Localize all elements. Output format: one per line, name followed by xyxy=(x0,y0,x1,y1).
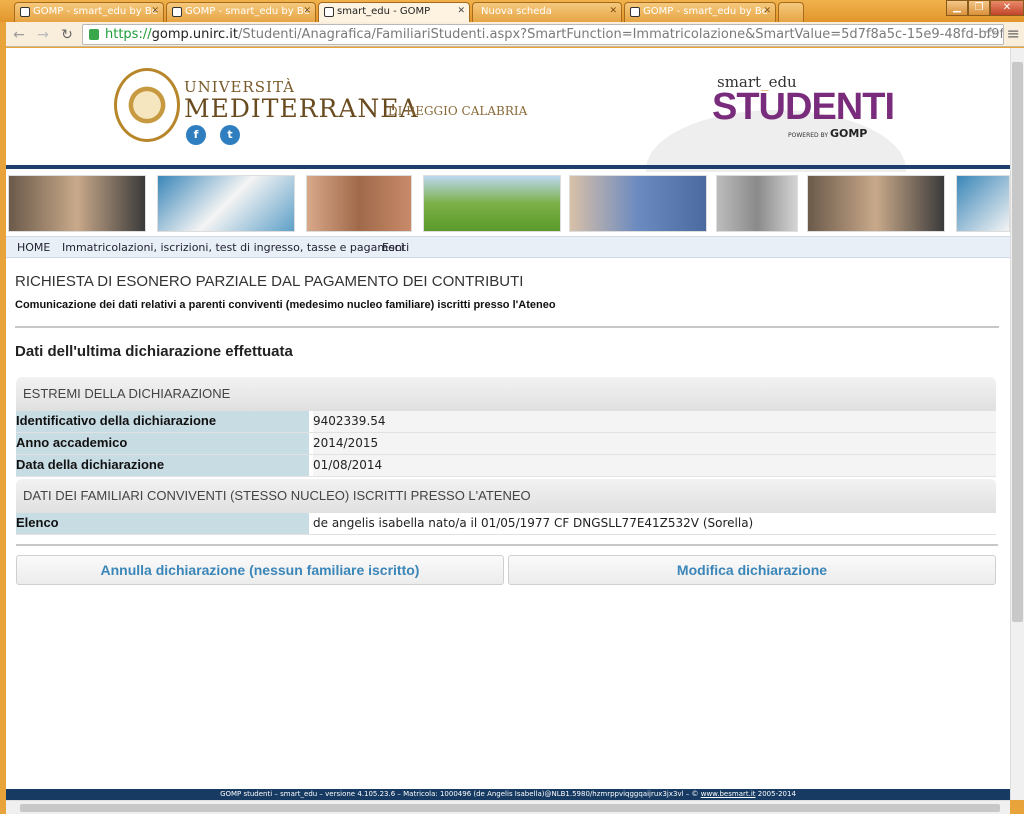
tab-nuova-scheda[interactable]: Nuova scheda ✕ xyxy=(472,2,622,22)
twitter-icon[interactable]: t xyxy=(220,125,240,145)
table-row: Anno accademico 2014/2015 xyxy=(16,433,996,455)
university-name-line3: DI REGGIO CALABRIA xyxy=(388,104,528,118)
page-title: RICHIESTA DI ESONERO PARZIALE DAL PAGAME… xyxy=(15,273,524,290)
footer-text: GOMP studenti – smart_edu – versione 4.1… xyxy=(220,790,701,798)
table-row: Identificativo della dichiarazione 94023… xyxy=(16,411,996,433)
page-footer: GOMP studenti – smart_edu – versione 4.1… xyxy=(6,789,1010,800)
tab-close-icon[interactable]: ✕ xyxy=(763,6,771,16)
row-value: de angelis isabella nato/a il 01/05/1977… xyxy=(313,513,996,534)
nav-immatricolazioni[interactable]: Immatricolazioni, iscrizioni, test di in… xyxy=(62,241,409,254)
banner-photo-group xyxy=(306,175,412,232)
table-row: Elenco de angelis isabella nato/a il 01/… xyxy=(16,513,996,535)
studenti-logo: STUDENTI xyxy=(712,86,895,128)
powered-by-gomp: POWERED BY GOMP xyxy=(788,127,867,140)
url-scheme: https:// xyxy=(105,27,152,42)
tab-close-icon[interactable]: ✕ xyxy=(457,6,465,16)
browser-toolbar: ← → ↻ https://gomp.unirc.it/Studenti/Ana… xyxy=(6,22,1024,47)
banner-photo-students-2 xyxy=(807,175,945,232)
horizontal-scrollbar[interactable] xyxy=(6,800,1010,814)
browser-window: GOMP - smart_edu by Be ✕ GOMP - smart_ed… xyxy=(0,0,1024,814)
url-host: gomp.unirc.it xyxy=(151,27,239,42)
tab-favicon-icon xyxy=(630,7,640,17)
menu-icon[interactable]: ≡ xyxy=(1007,24,1020,43)
reload-icon[interactable]: ↻ xyxy=(58,26,76,44)
maximize-icon[interactable]: ❐ xyxy=(968,0,990,16)
table-row: Data della dichiarazione 01/08/2014 xyxy=(16,455,996,477)
minimize-icon[interactable]: ▁ xyxy=(946,0,968,16)
scrollbar-thumb[interactable] xyxy=(20,804,1000,812)
close-window-icon[interactable]: ✕ xyxy=(990,0,1024,16)
page-viewport: UNIVERSITÀ MEDITERRANEA DI REGGIO CALABR… xyxy=(6,48,1010,790)
tab-gomp-2[interactable]: GOMP - smart_edu by Be ✕ xyxy=(166,2,316,22)
row-label: Data della dichiarazione xyxy=(16,455,309,476)
tab-title: GOMP - smart_edu by Be xyxy=(33,6,158,17)
powered-label: POWERED BY xyxy=(788,132,829,139)
page-subtitle: Comunicazione dei dati relativi a parent… xyxy=(15,299,556,311)
banner-photo-students xyxy=(8,175,146,232)
tab-title: GOMP - smart_edu by Be xyxy=(185,6,310,17)
url-path: /Studenti/Anagrafica/FamiliariStudenti.a… xyxy=(238,27,1004,42)
section-header-familiari: DATI DEI FAMILIARI CONVIVENTI (STESSO NU… xyxy=(16,479,996,513)
tab-title: smart_edu - GOMP xyxy=(337,6,431,17)
tab-strip: GOMP - smart_edu by Be ✕ GOMP - smart_ed… xyxy=(0,0,1024,23)
address-bar[interactable]: https://gomp.unirc.it/Studenti/Anagrafic… xyxy=(82,24,1004,45)
banner-photo-book-2 xyxy=(956,175,1010,232)
divider xyxy=(15,326,999,328)
tab-close-icon[interactable]: ✕ xyxy=(151,6,159,16)
row-label: Elenco xyxy=(16,513,309,534)
forward-arrow-icon[interactable]: → xyxy=(34,26,52,44)
university-name-line2: MEDITERRANEA xyxy=(184,94,419,123)
facebook-icon[interactable]: f xyxy=(186,125,206,145)
footer-years: 2005-2014 xyxy=(755,790,796,798)
header-divider xyxy=(6,165,1010,169)
scrollbar-thumb[interactable] xyxy=(1012,62,1023,622)
row-label: Anno accademico xyxy=(16,433,309,454)
gomp-logo: GOMP xyxy=(829,127,868,140)
vertical-scrollbar[interactable] xyxy=(1010,48,1024,800)
tab-title: Nuova scheda xyxy=(481,6,552,17)
lock-icon xyxy=(89,29,99,40)
row-value: 9402339.54 xyxy=(313,411,996,432)
banner-photo-campus xyxy=(716,175,798,232)
main-nav: HOME Immatricolazioni, iscrizioni, test … xyxy=(6,236,1010,258)
row-value: 01/08/2014 xyxy=(313,455,996,476)
tab-close-icon[interactable]: ✕ xyxy=(609,6,617,16)
university-seal-logo xyxy=(114,68,180,142)
tab-gomp-1[interactable]: GOMP - smart_edu by Be ✕ xyxy=(14,2,164,22)
tab-favicon-icon xyxy=(324,7,334,17)
tab-favicon-icon xyxy=(172,7,182,17)
tab-gomp-3[interactable]: GOMP - smart_edu by Be ✕ xyxy=(624,2,776,22)
annulla-dichiarazione-button[interactable]: Annulla dichiarazione (nessun familiare … xyxy=(16,555,504,585)
banner-photo-reading xyxy=(423,175,561,232)
row-label: Identificativo della dichiarazione xyxy=(16,411,309,432)
photo-banner xyxy=(6,172,1010,234)
tab-title: GOMP - smart_edu by Be xyxy=(643,6,768,17)
section-title: Dati dell'ultima dichiarazione effettuat… xyxy=(15,343,293,360)
modifica-dichiarazione-button[interactable]: Modifica dichiarazione xyxy=(508,555,996,585)
nav-esci[interactable]: Esci xyxy=(382,241,404,254)
new-tab-button[interactable] xyxy=(778,2,804,22)
tab-favicon-icon xyxy=(20,7,30,17)
banner-photo-young xyxy=(569,175,707,232)
back-arrow-icon[interactable]: ← xyxy=(10,26,28,44)
divider xyxy=(16,544,998,546)
bookmark-star-icon[interactable]: ☆ xyxy=(984,23,998,42)
section-header-estremi: ESTREMI DELLA DICHIARAZIONE xyxy=(16,377,996,411)
row-value: 2014/2015 xyxy=(313,433,996,454)
tab-smart-edu[interactable]: smart_edu - GOMP ✕ xyxy=(318,2,470,23)
nav-home[interactable]: HOME xyxy=(17,241,50,254)
footer-link[interactable]: www.besmart.it xyxy=(701,790,756,798)
site-header: UNIVERSITÀ MEDITERRANEA DI REGGIO CALABR… xyxy=(6,48,1010,230)
tab-close-icon[interactable]: ✕ xyxy=(303,6,311,16)
banner-photo-book xyxy=(157,175,295,232)
